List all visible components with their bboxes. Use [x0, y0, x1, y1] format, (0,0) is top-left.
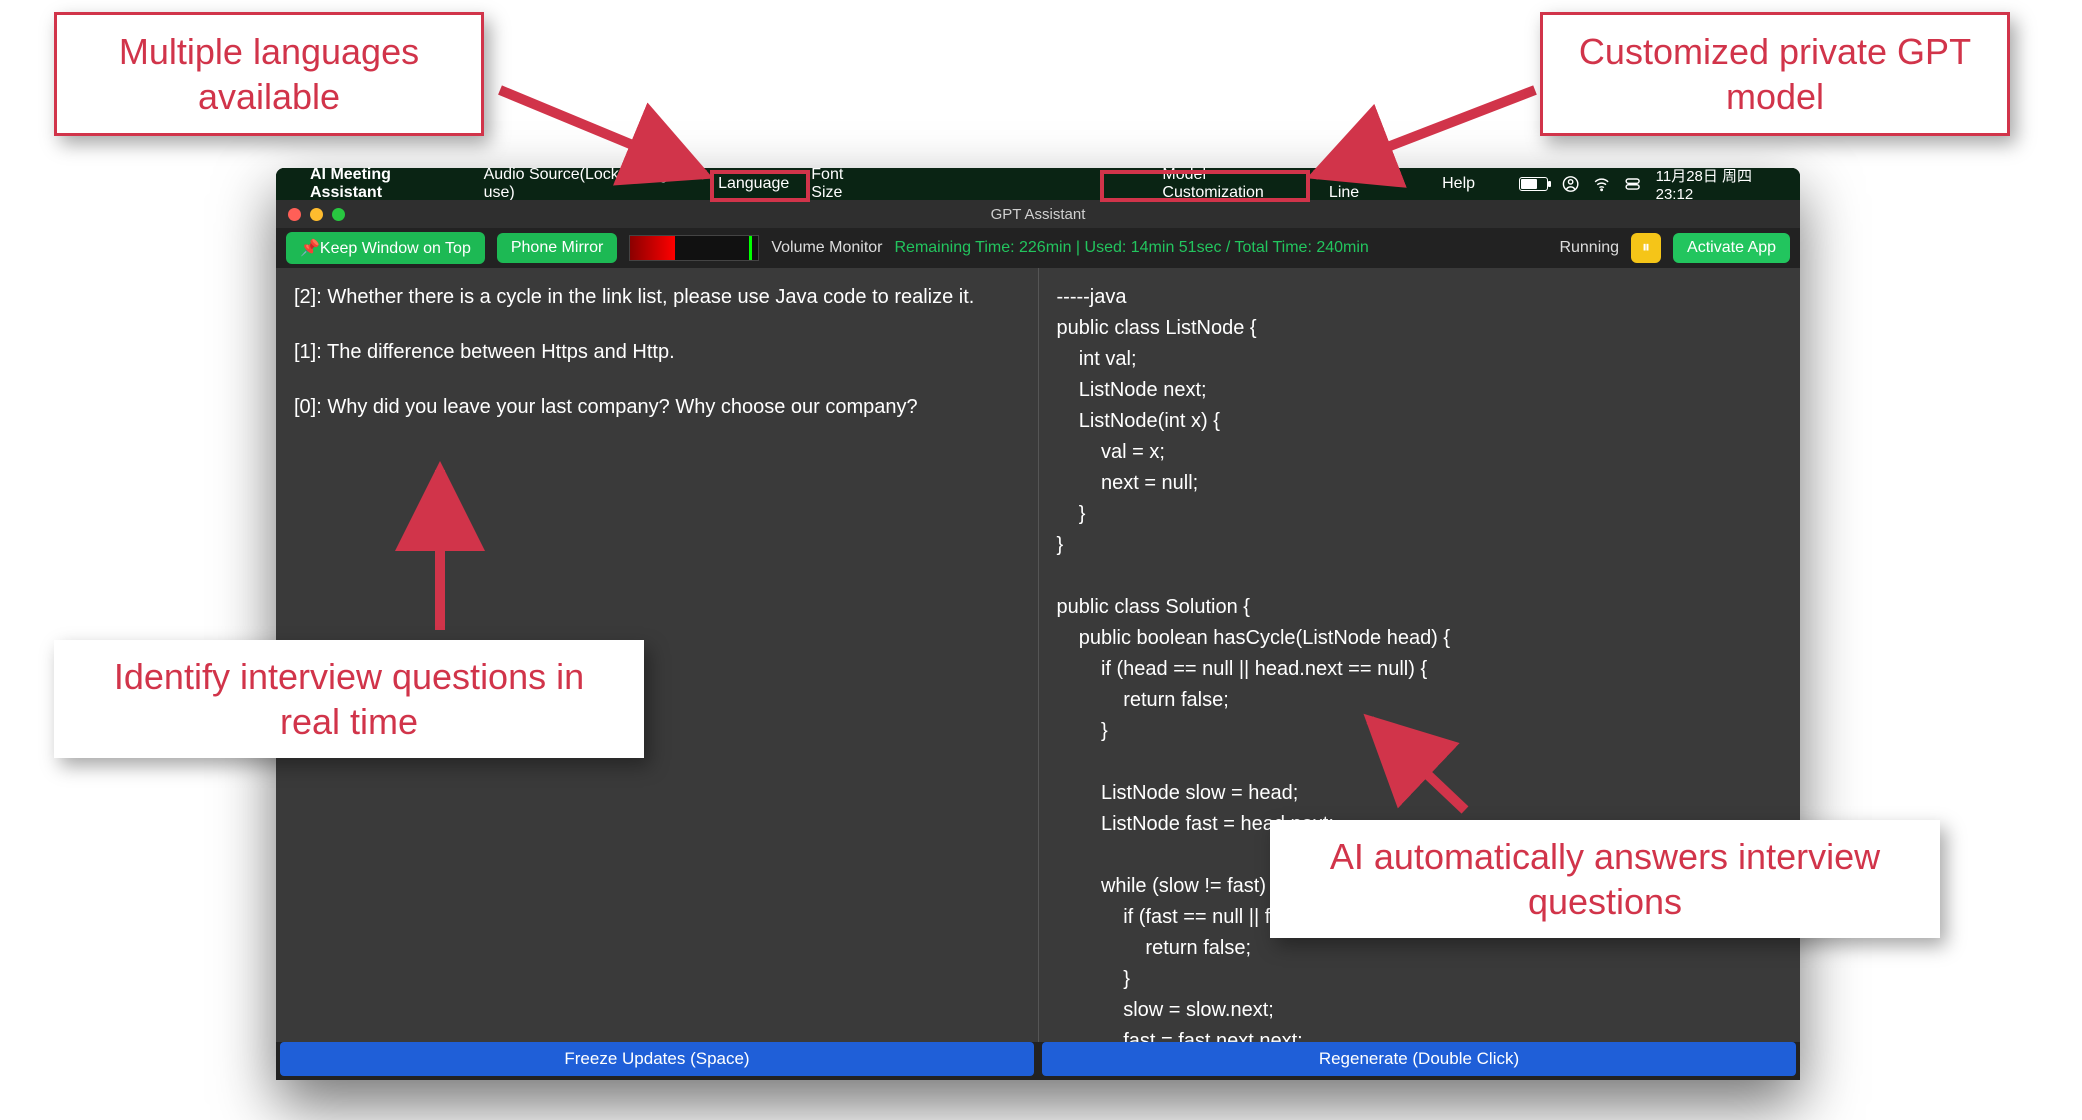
- question-item[interactable]: [1]: The difference between Https and Ht…: [294, 337, 1020, 368]
- keep-on-top-button[interactable]: 📌Keep Window on Top: [286, 232, 485, 264]
- minimize-icon[interactable]: [310, 208, 323, 221]
- user-icon: [1562, 175, 1579, 193]
- close-icon[interactable]: [288, 208, 301, 221]
- volume-label: Volume Monitor: [771, 239, 882, 257]
- menubar-clock: 11月28日 周四 23:12: [1656, 165, 1788, 203]
- menubar-item-language[interactable]: Language: [718, 175, 789, 193]
- activate-button[interactable]: Activate App: [1673, 233, 1790, 263]
- control-center-icon[interactable]: [1624, 175, 1641, 193]
- phone-mirror-button[interactable]: Phone Mirror: [497, 233, 617, 263]
- volume-meter: [629, 235, 759, 261]
- menubar-item-audio-source[interactable]: Audio Source(Lock during use): [484, 166, 696, 202]
- menubar-item-help[interactable]: Help: [1442, 175, 1475, 193]
- status-running: Running: [1559, 239, 1619, 257]
- question-index: [0]: [294, 396, 316, 418]
- time-info: Remaining Time: 226min | Used: 14min 51s…: [895, 239, 1369, 257]
- question-text: Whether there is a cycle in the link lis…: [327, 286, 974, 308]
- callout-identify: Identify interview questions in real tim…: [54, 640, 644, 758]
- window-titlebar: GPT Assistant: [276, 200, 1800, 228]
- maximize-icon[interactable]: [332, 208, 345, 221]
- battery-icon: [1519, 177, 1548, 191]
- regenerate-button[interactable]: Regenerate (Double Click): [1042, 1042, 1796, 1076]
- question-item[interactable]: [0]: Why did you leave your last company…: [294, 392, 1020, 423]
- question-item[interactable]: [2]: Whether there is a cycle in the lin…: [294, 282, 1020, 313]
- wifi-icon: [1593, 175, 1610, 193]
- question-text: The difference between Https and Http.: [327, 341, 675, 363]
- question-index: [2]: [294, 286, 316, 308]
- menubar-item-connect-line[interactable]: Connect Line: [1329, 166, 1420, 202]
- app-toolbar: 📌Keep Window on Top Phone Mirror Volume …: [276, 228, 1800, 268]
- window-title: GPT Assistant: [991, 206, 1086, 223]
- traffic-lights[interactable]: [288, 208, 345, 221]
- question-text: Why did you leave your last company? Why…: [327, 396, 917, 418]
- menubar-item-model-customization[interactable]: Model Customization: [1162, 166, 1307, 202]
- callout-languages: Multiple languages available: [54, 12, 484, 136]
- footer-bar: Freeze Updates (Space) Regenerate (Doubl…: [276, 1042, 1800, 1080]
- menubar-app-name[interactable]: AI Meeting Assistant: [310, 166, 462, 202]
- freeze-updates-button[interactable]: Freeze Updates (Space): [280, 1042, 1034, 1076]
- question-index: [1]: [294, 341, 316, 363]
- callout-model: Customized private GPT model: [1540, 12, 2010, 136]
- pause-button[interactable]: ⏸: [1631, 233, 1661, 263]
- menubar-tray: 11月28日 周四 23:12: [1519, 165, 1788, 203]
- callout-answers: AI automatically answers interview quest…: [1270, 820, 1940, 938]
- app-window: AI Meeting Assistant Audio Source(Lock d…: [276, 168, 1800, 1080]
- mac-menubar: AI Meeting Assistant Audio Source(Lock d…: [276, 168, 1800, 200]
- menubar-item-font-size[interactable]: Font Size: [811, 166, 876, 202]
